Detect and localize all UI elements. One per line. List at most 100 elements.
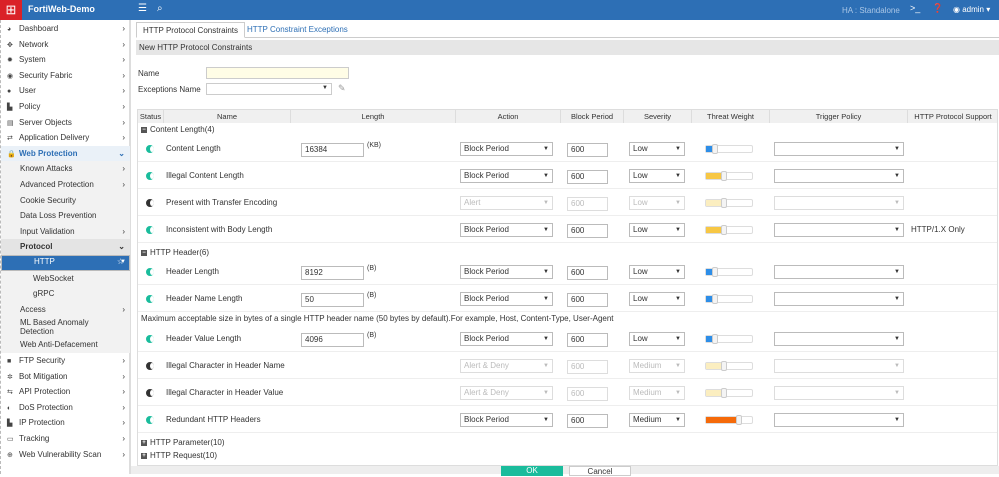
block-period-input[interactable]: 600 [567, 293, 608, 307]
severity-select[interactable]: Low [629, 223, 685, 237]
trigger-policy-select[interactable] [774, 386, 904, 400]
action-select[interactable]: Block Period [460, 142, 553, 156]
slider-handle[interactable] [712, 334, 719, 344]
sidebar-item-advanced-protection[interactable]: Advanced Protection › [1, 177, 130, 193]
group-header[interactable]: + HTTP Request(10) [141, 451, 217, 460]
trigger-policy-select[interactable] [774, 223, 904, 237]
action-select[interactable]: Alert [460, 196, 553, 210]
tab-http-protocol-constraints[interactable]: HTTP Protocol Constraints [136, 22, 245, 38]
sidebar-item-ml-based-anomaly-detection[interactable]: ML Based Anomaly Detection [1, 317, 130, 338]
threat-weight-slider[interactable] [705, 294, 753, 304]
trigger-policy-select[interactable] [774, 169, 904, 183]
sidebar-item-web-protection[interactable]: 🔒 Web Protection ⌄ [1, 145, 130, 162]
block-period-input[interactable]: 600 [567, 224, 608, 238]
threat-weight-slider[interactable] [705, 225, 753, 235]
sidebar-item-system[interactable]: ✹ System › [1, 52, 130, 68]
action-select[interactable]: Alert & Deny [460, 386, 553, 400]
user-menu[interactable]: ◉ admin ▾ [953, 5, 990, 14]
severity-select[interactable]: Medium [629, 359, 685, 373]
trigger-policy-select[interactable] [774, 196, 904, 210]
severity-select[interactable]: Medium [629, 413, 685, 427]
name-input[interactable] [206, 67, 349, 79]
severity-select[interactable]: Medium [629, 386, 685, 400]
group-header[interactable]: − HTTP Header(6) [141, 248, 209, 257]
trigger-policy-select[interactable] [774, 332, 904, 346]
slider-handle[interactable] [721, 198, 728, 208]
slider-handle[interactable] [712, 144, 719, 154]
sidebar-item-ip-protection[interactable]: ▙ IP Protection › [1, 415, 130, 431]
sidebar-item-security-fabric[interactable]: ◉ Security Fabric › [1, 68, 130, 84]
severity-select[interactable]: Low [629, 292, 685, 306]
action-select[interactable]: Block Period [460, 223, 553, 237]
severity-select[interactable]: Low [629, 142, 685, 156]
group-header[interactable]: − Content Length(4) [141, 125, 215, 134]
sidebar-item-access[interactable]: Access › [1, 301, 130, 318]
status-toggle[interactable] [146, 389, 154, 397]
threat-weight-slider[interactable] [705, 198, 753, 208]
sidebar-item-data-loss-prevention[interactable]: Data Loss Prevention [1, 208, 130, 224]
threat-weight-slider[interactable] [705, 415, 753, 425]
sidebar-item-application-delivery[interactable]: ⇄ Application Delivery › [1, 130, 130, 146]
sidebar-item-protocol[interactable]: Protocol ⌄ [1, 239, 130, 255]
action-select[interactable]: Block Period [460, 292, 553, 306]
collapse-icon[interactable]: − [141, 249, 147, 256]
sidebar-item-network[interactable]: ✥ Network › [1, 37, 130, 53]
status-toggle[interactable] [146, 226, 154, 234]
status-toggle[interactable] [146, 335, 154, 343]
severity-select[interactable]: Low [629, 332, 685, 346]
exceptions-name-select[interactable]: ▼ [206, 83, 332, 95]
cancel-button[interactable]: Cancel [569, 466, 631, 476]
block-period-input[interactable]: 600 [567, 143, 608, 157]
status-toggle[interactable] [146, 145, 154, 153]
status-toggle[interactable] [146, 199, 154, 207]
fortinet-logo-icon[interactable]: ⊞ [0, 0, 22, 20]
sidebar-item-websocket[interactable]: WebSocket [1, 270, 130, 287]
sidebar-item-ftp-security[interactable]: ■ FTP Security › [1, 353, 130, 369]
action-select[interactable]: Block Period [460, 169, 553, 183]
threat-weight-slider[interactable] [705, 144, 753, 154]
action-select[interactable]: Alert & Deny [460, 359, 553, 373]
threat-weight-slider[interactable] [705, 267, 753, 277]
sidebar-item-bot-mitigation[interactable]: ✲ Bot Mitigation › [1, 369, 130, 385]
slider-handle[interactable] [712, 294, 719, 304]
slider-handle[interactable] [712, 267, 719, 277]
status-toggle[interactable] [146, 295, 154, 303]
ok-button[interactable]: OK [501, 466, 563, 476]
status-toggle[interactable] [146, 172, 154, 180]
help-icon[interactable]: ❓ [932, 3, 943, 14]
block-period-input[interactable]: 600 [567, 197, 608, 211]
collapse-icon[interactable]: − [141, 126, 147, 133]
sidebar-item-user[interactable]: ● User › [1, 83, 130, 99]
sidebar-item-api-protection[interactable]: ⇆ API Protection › [1, 384, 130, 400]
severity-select[interactable]: Low [629, 265, 685, 279]
expand-icon[interactable]: + [141, 439, 147, 446]
edit-pencil-icon[interactable]: ✎ [338, 83, 346, 94]
trigger-policy-select[interactable] [774, 292, 904, 306]
expand-icon[interactable]: + [141, 452, 147, 459]
group-header[interactable]: + HTTP Parameter(10) [141, 438, 225, 447]
sidebar-item-policy[interactable]: ▙ Policy › [1, 99, 130, 115]
length-input[interactable]: 50 [301, 293, 364, 307]
severity-select[interactable]: Low [629, 196, 685, 210]
cli-console-icon[interactable]: >_ [910, 3, 920, 13]
sidebar-item-web-vulnerability-scan[interactable]: ⊕ Web Vulnerability Scan › [1, 447, 130, 463]
threat-weight-slider[interactable] [705, 388, 753, 398]
block-period-input[interactable]: 600 [567, 170, 608, 184]
sidebar-item-dos-protection[interactable]: ◐ DoS Protection › [1, 400, 130, 416]
sidebar-item-dashboard[interactable]: ◕ Dashboard › [1, 21, 130, 37]
trigger-policy-select[interactable] [774, 413, 904, 427]
length-input[interactable]: 8192 [301, 266, 364, 280]
slider-handle[interactable] [735, 415, 742, 425]
sidebar-item-web-anti-defacement[interactable]: Web Anti-Defacement [1, 337, 130, 353]
sidebar-item-known-attacks[interactable]: Known Attacks › [1, 161, 130, 177]
block-period-input[interactable]: 600 [567, 360, 608, 374]
block-period-input[interactable]: 600 [567, 387, 608, 401]
slider-handle[interactable] [721, 361, 728, 371]
sidebar-item-server-objects[interactable]: ▤ Server Objects › [1, 115, 130, 131]
block-period-input[interactable]: 600 [567, 266, 608, 280]
tab-http-constraint-exceptions[interactable]: HTTP Constraint Exceptions [241, 22, 354, 38]
slider-handle[interactable] [721, 171, 728, 181]
star-icon[interactable]: ☆ [117, 256, 124, 268]
length-input[interactable]: 16384 [301, 143, 364, 157]
status-toggle[interactable] [146, 416, 154, 424]
